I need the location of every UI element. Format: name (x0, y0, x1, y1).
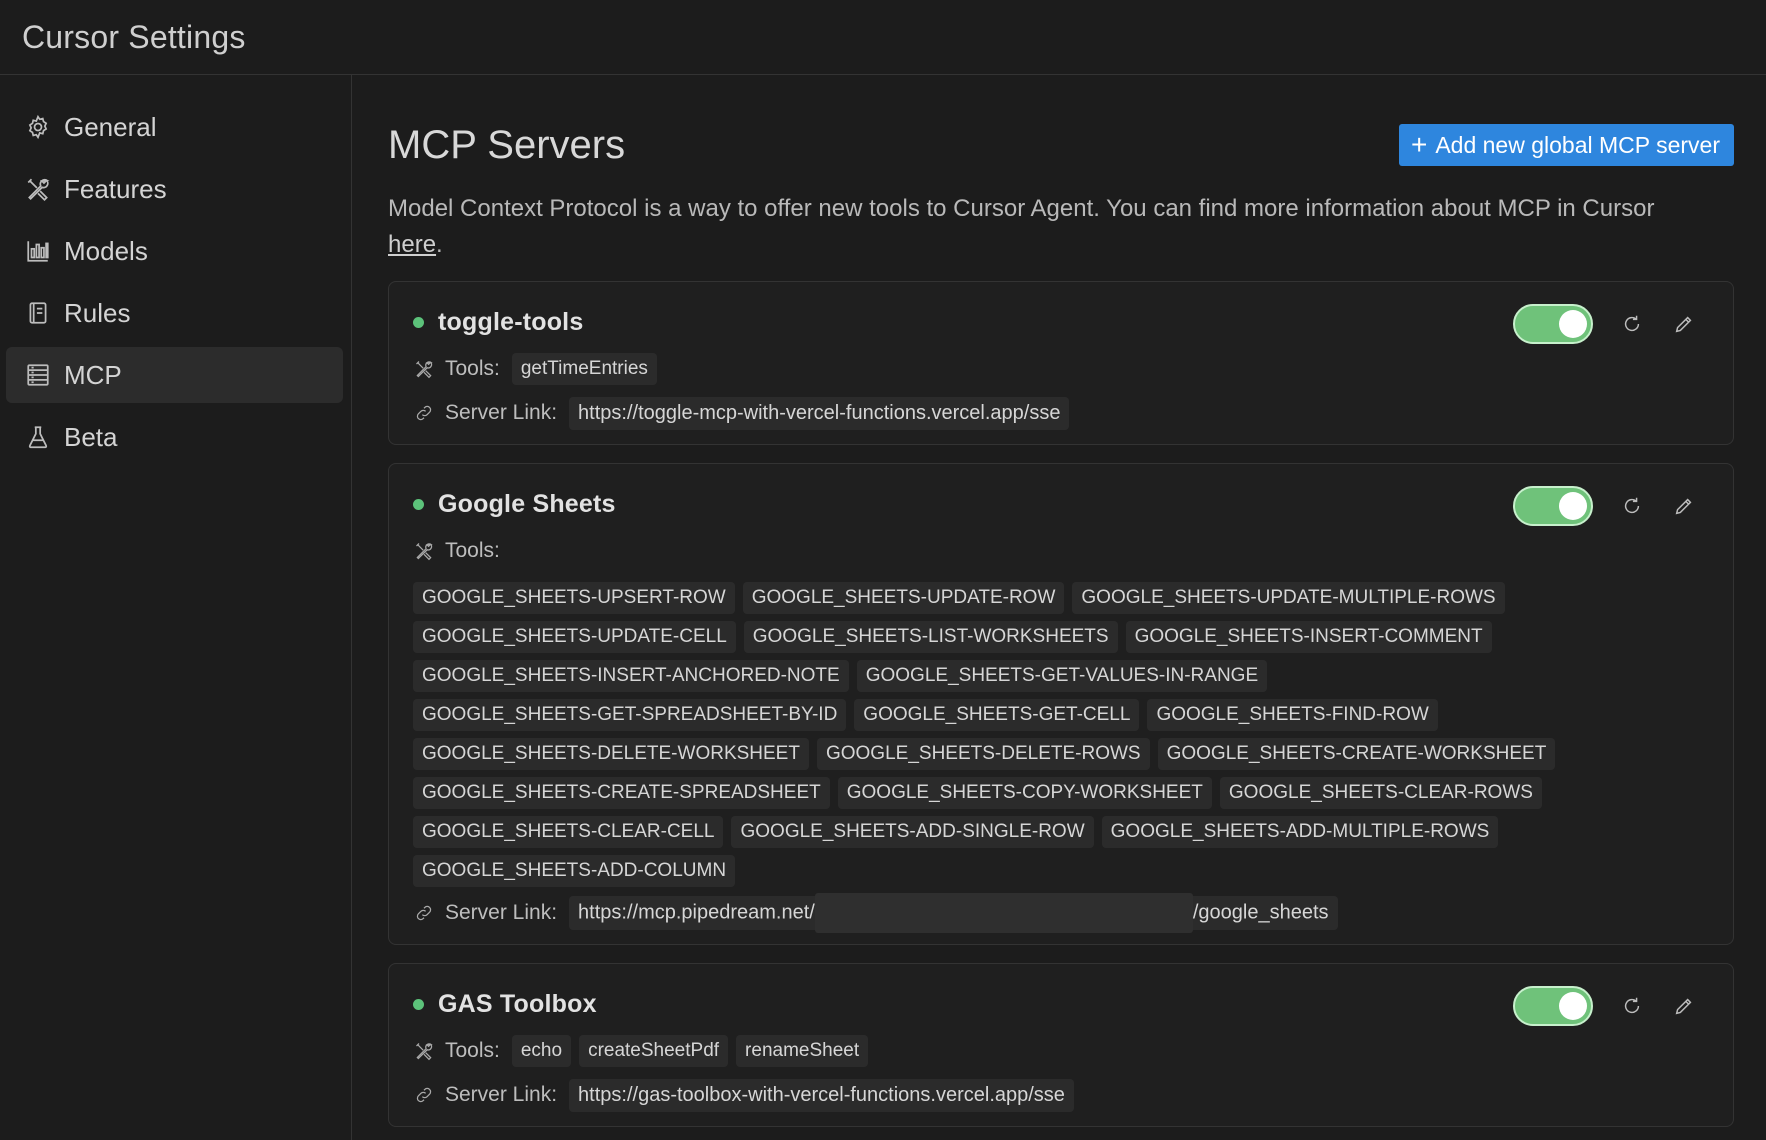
page-title: MCP Servers (388, 122, 626, 167)
server-enabled-toggle[interactable] (1513, 304, 1593, 344)
title-bar: Cursor Settings (0, 0, 1766, 75)
server-link-label: Server Link: (445, 401, 558, 424)
tools-icon (413, 1040, 435, 1062)
server-icon (24, 361, 52, 389)
server-link-label: Server Link: (445, 1083, 558, 1106)
toggle-knob (1559, 992, 1587, 1020)
tools-icon (24, 175, 52, 203)
sidebar-item-features[interactable]: Features (6, 161, 343, 217)
status-dot (413, 316, 424, 328)
edit-icon[interactable] (1671, 993, 1697, 1019)
sidebar-item-beta[interactable]: Beta (6, 409, 343, 465)
book-icon (24, 299, 52, 327)
tool-chip: GOOGLE_SHEETS-CLEAR-CELL (413, 816, 724, 848)
server-enabled-toggle[interactable] (1513, 486, 1593, 526)
tool-chip: GOOGLE_SHEETS-COPY-WORKSHEET (837, 777, 1212, 809)
tool-chip: GOOGLE_SHEETS-LIST-WORKSHEETS (743, 621, 1118, 653)
tool-chip: GOOGLE_SHEETS-GET-CELL (854, 699, 1140, 731)
tools-label: Tools: (445, 539, 500, 562)
edit-icon[interactable] (1671, 493, 1697, 519)
server-name: toggle-tools (438, 307, 584, 336)
refresh-icon[interactable] (1619, 993, 1645, 1019)
tool-chip: GOOGLE_SHEETS-UPDATE-MULTIPLE-ROWS (1072, 582, 1505, 614)
link-icon (413, 1084, 435, 1106)
sidebar: General Features Models Rules MCP Beta (0, 75, 352, 1140)
status-dot (413, 998, 424, 1010)
tool-chip: getTimeEntries (511, 353, 657, 385)
tool-chip: renameSheet (736, 1035, 869, 1067)
flask-icon (24, 423, 52, 451)
redacted-region (814, 893, 1193, 933)
tool-chip: echo (511, 1035, 572, 1067)
sidebar-item-label: Models (64, 235, 148, 266)
edit-icon[interactable] (1671, 311, 1697, 337)
server-link-url: https://mcp.pipedream.net/ /google_sheets (569, 893, 1338, 933)
add-mcp-server-label: Add new global MCP server (1435, 131, 1720, 158)
status-dot (413, 498, 424, 510)
tools-label: Tools: (445, 1039, 500, 1062)
sidebar-item-label: MCP (64, 359, 122, 390)
server-card-toggle-tools: toggle-tools Tools: getTimeEntries Serve… (388, 281, 1734, 445)
main-content: MCP Servers + Add new global MCP server … (352, 75, 1766, 1140)
tool-chip: GOOGLE_SHEETS-ADD-COLUMN (413, 855, 736, 887)
sidebar-item-label: Features (64, 173, 167, 204)
server-enabled-toggle[interactable] (1513, 986, 1593, 1026)
page-description: Model Context Protocol is a way to offer… (388, 191, 1734, 263)
refresh-icon[interactable] (1619, 493, 1645, 519)
sidebar-item-models[interactable]: Models (6, 223, 343, 279)
tool-chip: GOOGLE_SHEETS-GET-VALUES-IN-RANGE (856, 660, 1268, 692)
tools-icon (413, 540, 435, 562)
sidebar-item-general[interactable]: General (6, 99, 343, 155)
server-link-url: https://gas-toolbox-with-vercel-function… (569, 1078, 1074, 1112)
tool-chip: GOOGLE_SHEETS-INSERT-ANCHORED-NOTE (413, 660, 849, 692)
server-card-gas-toolbox: GAS Toolbox Tools: echo createSheetPdf r… (388, 963, 1734, 1127)
sidebar-item-mcp[interactable]: MCP (6, 347, 343, 403)
tool-chip: GOOGLE_SHEETS-ADD-MULTIPLE-ROWS (1101, 816, 1499, 848)
sidebar-item-rules[interactable]: Rules (6, 285, 343, 341)
tool-chip: GOOGLE_SHEETS-UPDATE-CELL (413, 621, 736, 653)
link-prefix: https://mcp.pipedream.net/ (578, 901, 815, 924)
toggle-knob (1559, 310, 1587, 338)
tool-chip: GOOGLE_SHEETS-UPSERT-ROW (413, 582, 735, 614)
tool-chip: GOOGLE_SHEETS-GET-SPREADSHEET-BY-ID (413, 699, 847, 731)
server-card-google-sheets: Google Sheets Tools: GOOGLE_SHEETS-UPSER… (388, 463, 1734, 945)
description-end: . (436, 231, 443, 258)
add-mcp-server-button[interactable]: + Add new global MCP server (1398, 124, 1734, 166)
server-name: GAS Toolbox (438, 989, 597, 1018)
toggle-knob (1559, 492, 1587, 520)
tool-chip: GOOGLE_SHEETS-ADD-SINGLE-ROW (731, 816, 1094, 848)
link-suffix: /google_sheets (1192, 901, 1329, 924)
server-name: Google Sheets (438, 489, 616, 518)
tool-chip: GOOGLE_SHEETS-DELETE-ROWS (816, 738, 1150, 770)
tool-chip: GOOGLE_SHEETS-UPDATE-ROW (742, 582, 1065, 614)
tool-chip: GOOGLE_SHEETS-CREATE-SPREADSHEET (413, 777, 830, 809)
tool-chip: GOOGLE_SHEETS-CREATE-WORKSHEET (1157, 738, 1556, 770)
server-link-url: https://toggle-mcp-with-vercel-functions… (569, 396, 1070, 430)
mcp-info-link[interactable]: here (388, 231, 436, 258)
server-link-label: Server Link: (445, 901, 558, 924)
tool-chip-list: GOOGLE_SHEETS-UPSERT-ROW GOOGLE_SHEETS-U… (413, 582, 1709, 894)
tool-chip: GOOGLE_SHEETS-FIND-ROW (1147, 699, 1438, 731)
sidebar-item-label: Rules (64, 297, 131, 328)
gear-icon (24, 113, 52, 141)
tool-chip: GOOGLE_SHEETS-CLEAR-ROWS (1219, 777, 1542, 809)
tools-label: Tools: (445, 357, 500, 380)
tool-chip: GOOGLE_SHEETS-INSERT-COMMENT (1125, 621, 1492, 653)
sidebar-item-label: General (64, 111, 157, 142)
tool-chip: createSheetPdf (579, 1035, 729, 1067)
refresh-icon[interactable] (1619, 311, 1645, 337)
sidebar-item-label: Beta (64, 421, 118, 452)
app-title: Cursor Settings (22, 18, 246, 55)
link-icon (413, 402, 435, 424)
bar-chart-icon (24, 237, 52, 265)
description-text: Model Context Protocol is a way to offer… (388, 195, 1655, 222)
plus-icon: + (1410, 129, 1428, 160)
tools-icon (413, 358, 435, 380)
tool-chip: GOOGLE_SHEETS-DELETE-WORKSHEET (413, 738, 809, 770)
link-icon (413, 902, 435, 924)
